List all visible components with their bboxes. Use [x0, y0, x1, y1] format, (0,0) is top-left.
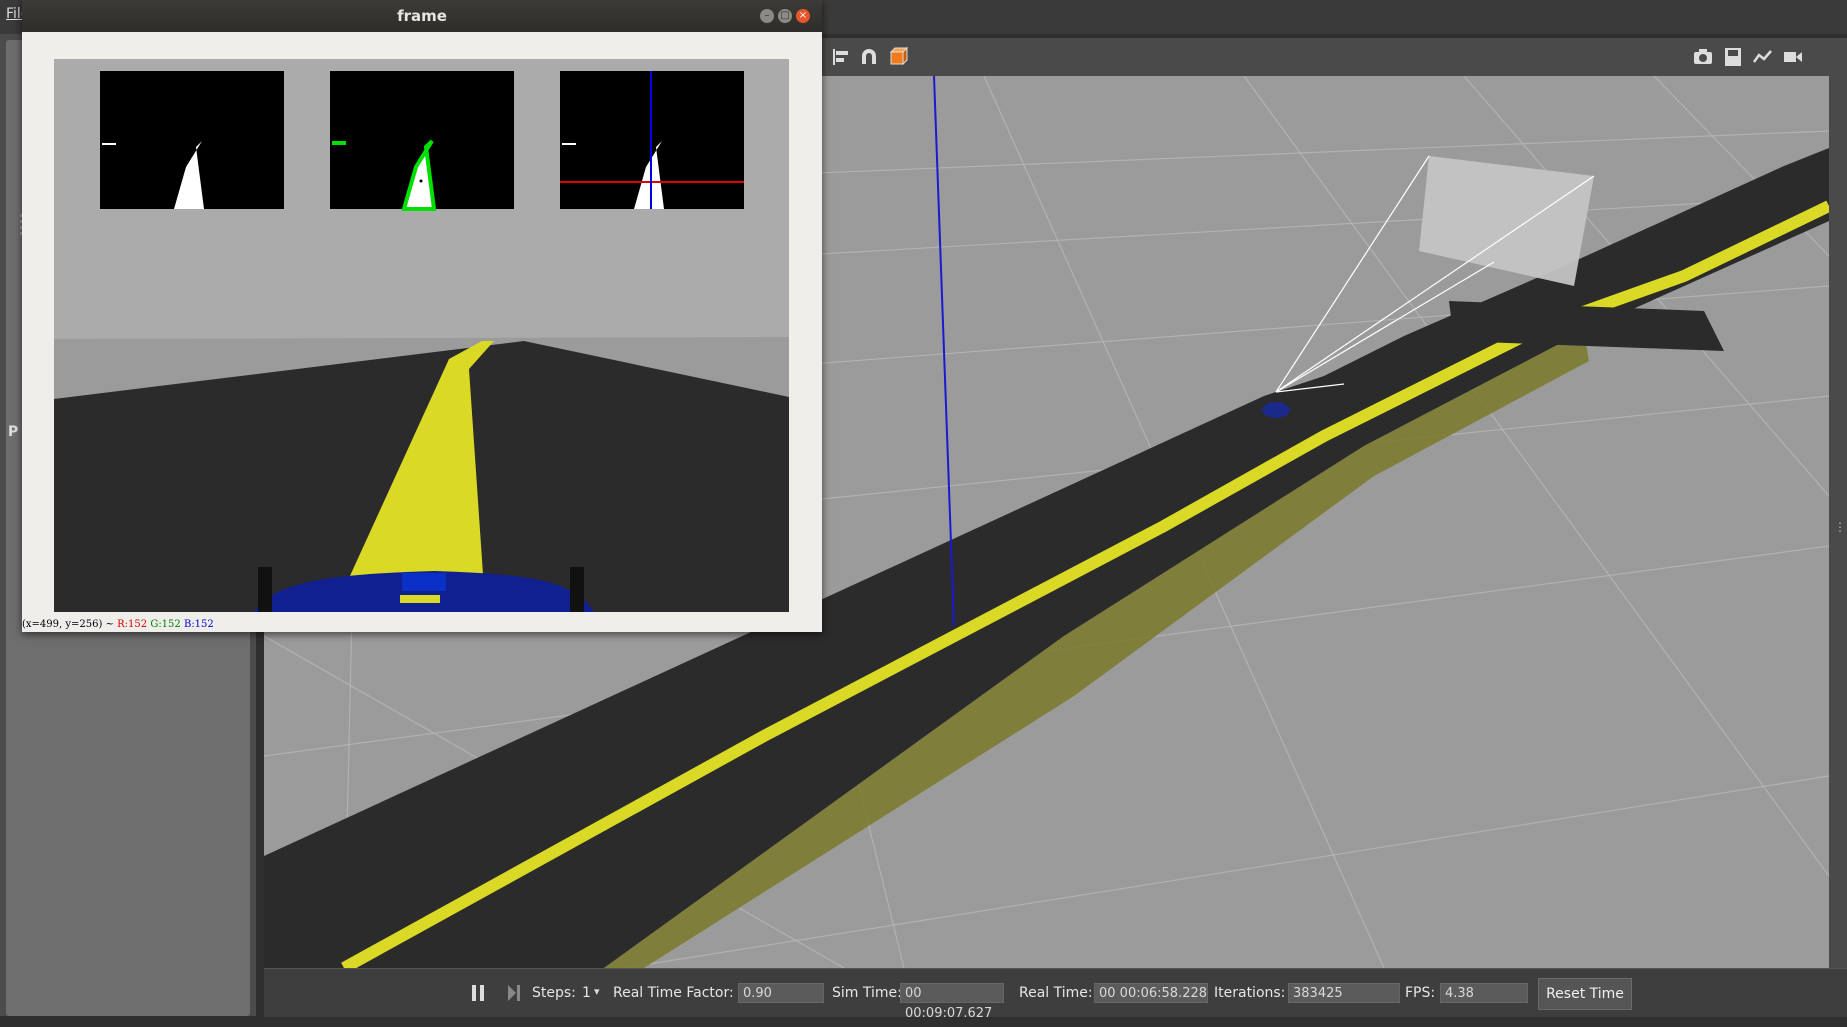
camera-icon[interactable] [1692, 46, 1714, 68]
time-panel: Steps: 1 ▾ Real Time Factor: 0.90 Sim Ti… [264, 968, 1847, 1021]
status-red: R:152 [117, 619, 148, 630]
chevron-down-icon[interactable]: ▾ [594, 985, 600, 998]
steps-label: Steps: [532, 985, 576, 1001]
robot-model [1262, 402, 1290, 418]
steps-value[interactable]: 1 [582, 985, 591, 1001]
frame-window: frame – □ × (x=499, y=256) ~ R:152 G:152… [22, 0, 822, 632]
status-green: G:152 [150, 619, 181, 630]
maximize-icon[interactable]: □ [778, 9, 792, 23]
plot-icon[interactable] [1752, 46, 1774, 68]
centroid-thumbnail [560, 71, 744, 209]
status-coords: (x=499, y=256) ~ [22, 619, 114, 630]
pause-icon[interactable] [470, 983, 486, 1003]
left-panel-tab[interactable]: P [8, 424, 18, 440]
fps-field: 4.38 [1440, 983, 1528, 1003]
contour-thumbnail [330, 71, 514, 211]
sim-time-label: Sim Time: [832, 985, 902, 1001]
iterations-field: 383425 [1288, 983, 1400, 1003]
minimize-icon[interactable]: – [760, 9, 774, 23]
save-icon[interactable] [1722, 46, 1744, 68]
close-icon[interactable]: × [796, 9, 810, 23]
box-icon[interactable] [888, 46, 910, 68]
mask-thumbnail [100, 71, 284, 209]
real-time-label: Real Time: [1019, 985, 1093, 1001]
fps-label: FPS: [1405, 985, 1436, 1001]
magnet-icon[interactable] [858, 46, 880, 68]
frame-titlebar[interactable]: frame – □ × [22, 0, 822, 32]
sim-time-field: 00 00:09:07.627 [900, 983, 1004, 1021]
right-panel-handle[interactable]: ⋮ [1834, 520, 1846, 534]
iterations-label: Iterations: [1214, 985, 1286, 1001]
align-icon[interactable] [830, 46, 852, 68]
step-icon[interactable] [506, 983, 522, 1003]
real-time-factor-label: Real Time Factor: [613, 985, 734, 1001]
real-time-factor-field: 0.90 [738, 983, 824, 1003]
real-time-field: 00 00:06:58.228 [1094, 983, 1208, 1003]
camera-frame-render [54, 59, 789, 612]
camera-frame-image [54, 59, 789, 612]
frame-status-bar: (x=499, y=256) ~ R:152 G:152 B:152 [22, 619, 214, 630]
status-blue: B:152 [183, 619, 214, 630]
reset-time-button[interactable]: Reset Time [1538, 978, 1632, 1010]
video-icon[interactable] [1782, 46, 1804, 68]
frame-title: frame [397, 7, 447, 25]
